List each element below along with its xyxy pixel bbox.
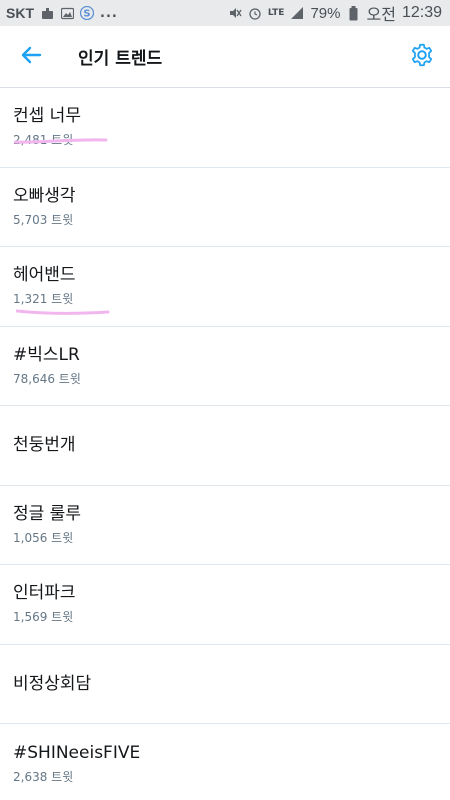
sync-s-icon: S — [80, 6, 94, 20]
trend-item[interactable]: 정글 룰루 1,056 트윗 — [0, 486, 450, 565]
page-title: 인기 트렌드 — [78, 49, 163, 69]
battery-percent: 79% — [310, 4, 341, 22]
trend-tweet-count: 1,321 트윗 — [13, 292, 74, 307]
battery-icon — [347, 5, 361, 20]
trend-item[interactable]: 인터파크 1,569 트윗 — [0, 565, 450, 645]
status-bar: SKT S ... LTE 79% 오전 12:39 — [0, 0, 450, 26]
notification-app-icon — [40, 6, 54, 20]
trend-item[interactable]: #SHINeeisFIVE 2,638 트윗 — [0, 724, 450, 800]
trend-name: 컨셉 너무 — [13, 106, 81, 127]
clock-am-pm: 오전 — [366, 7, 396, 24]
trend-tweet-count: 78,646 트윗 — [13, 371, 81, 386]
lte-indicator: LTE — [267, 7, 285, 18]
trend-name: 천둥번개 — [13, 435, 76, 456]
trend-tweet-count: 2,638 트윗 — [13, 769, 74, 784]
trend-item[interactable]: 비정상회담 — [0, 645, 450, 724]
status-bar-right: LTE 79% 오전 12:39 — [228, 1, 442, 25]
more-notifications-dots: ... — [100, 5, 118, 21]
trend-item[interactable]: 천둥번개 — [0, 406, 450, 486]
back-button[interactable] — [0, 26, 62, 88]
trend-item[interactable]: #빅스LR 78,646 트윗 — [0, 327, 450, 406]
trend-item[interactable]: 헤어밴드 1,321 트윗 — [0, 247, 450, 327]
trend-tweet-count: 1,569 트윗 — [13, 610, 74, 625]
mute-icon — [228, 6, 242, 20]
app-header: 인기 트렌드 — [0, 26, 450, 88]
trend-tweet-count: 5,703 트윗 — [13, 212, 74, 227]
back-arrow-icon — [20, 46, 42, 68]
clock-time: 12:39 — [401, 4, 442, 21]
gear-icon — [409, 42, 435, 72]
handwritten-underline — [16, 309, 110, 315]
svg-text:S: S — [83, 9, 90, 20]
gallery-icon — [60, 6, 74, 20]
trend-name: #SHINeeisFIVE — [13, 742, 141, 763]
signal-icon — [290, 6, 304, 20]
carrier-label: SKT — [6, 5, 34, 21]
trend-name: 인터파크 — [13, 583, 76, 604]
trend-tweet-count: 1,056 트윗 — [13, 530, 74, 545]
settings-button[interactable] — [406, 41, 438, 73]
trend-name: 오빠생각 — [13, 185, 76, 206]
trend-name: #빅스LR — [13, 344, 80, 365]
trend-name: 헤어밴드 — [13, 265, 76, 286]
trend-item[interactable]: 컨셉 너무 2,481 트윗 — [0, 88, 450, 168]
trend-name: 비정상회담 — [13, 673, 92, 694]
trend-tweet-count: 2,481 트윗 — [13, 133, 74, 148]
trends-list: 컨셉 너무 2,481 트윗 오빠생각 5,703 트윗 헤어밴드 1,321 … — [0, 88, 450, 800]
trend-item[interactable]: 오빠생각 5,703 트윗 — [0, 168, 450, 247]
alarm-icon — [248, 6, 262, 20]
trend-name: 정글 룰루 — [13, 503, 81, 524]
status-bar-left: SKT S ... — [6, 5, 118, 21]
